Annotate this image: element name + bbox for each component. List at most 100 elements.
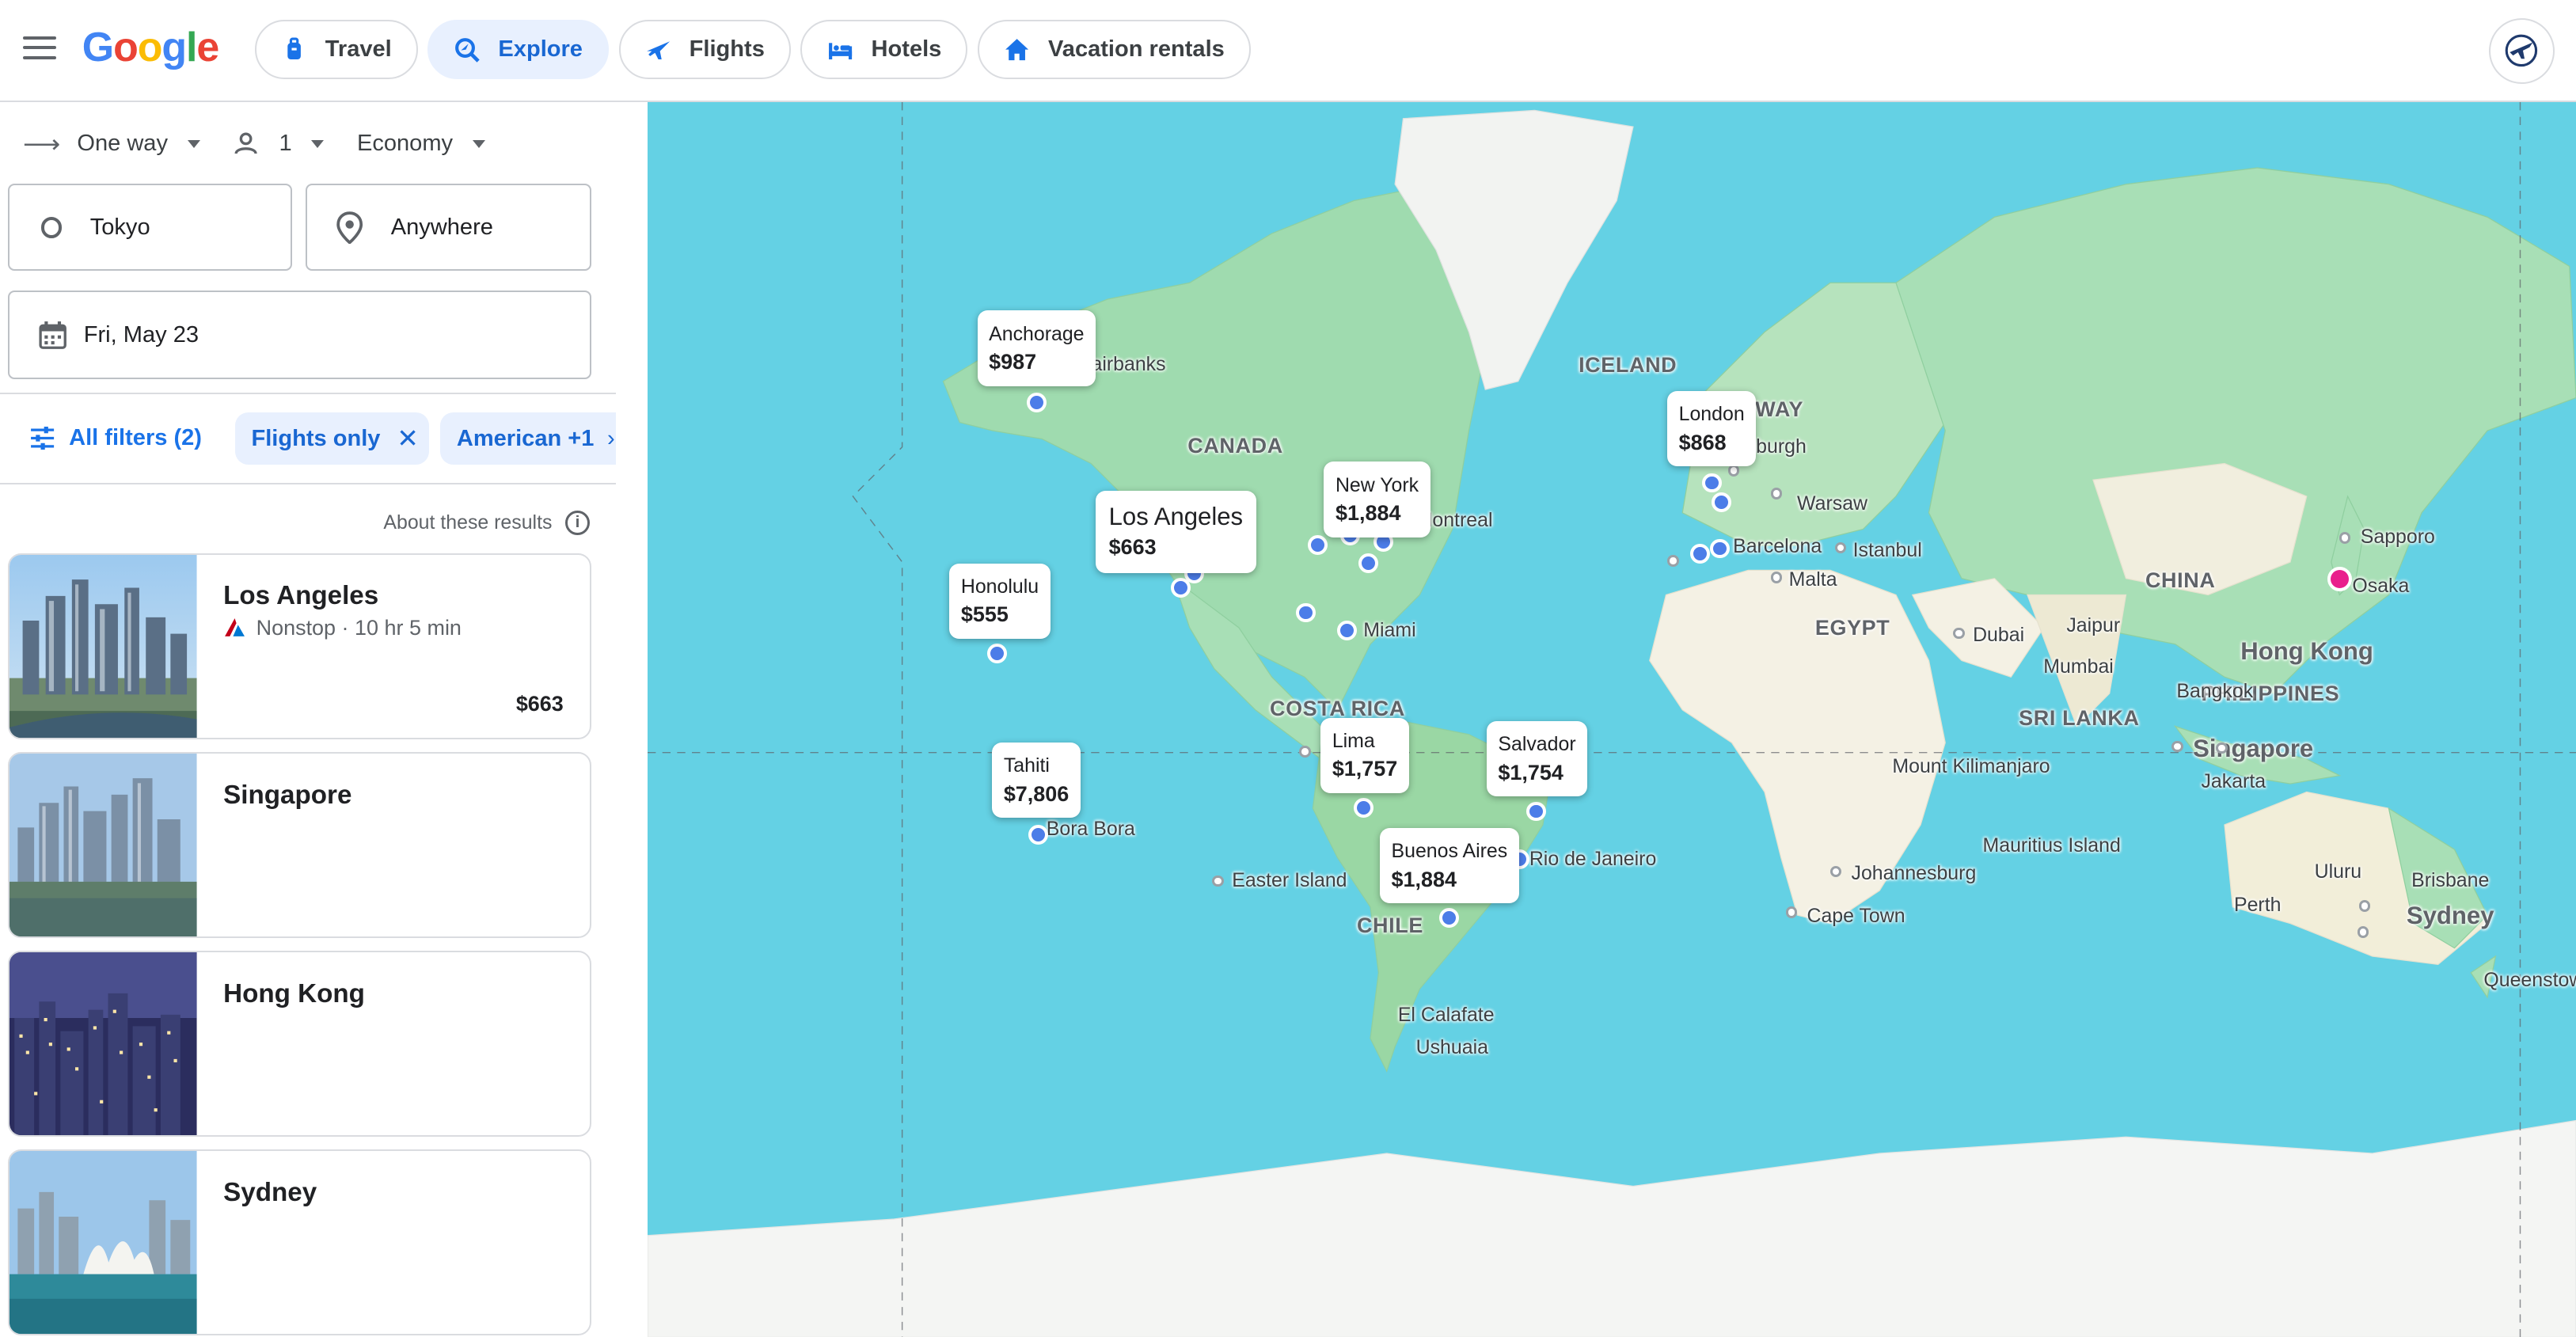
- major-city-label: Sydney: [2406, 902, 2494, 930]
- flight-summary: Nonstop · 10 hr 5 min: [223, 616, 462, 640]
- city-dot[interactable]: [1770, 572, 1783, 583]
- place-label: Mount Kilimanjaro: [1892, 755, 2050, 778]
- bed-icon: [822, 35, 858, 64]
- cabin-class-value: Economy: [356, 131, 454, 157]
- price-callout-buenos-aires[interactable]: Buenos Aires $1,884: [1379, 827, 1519, 904]
- city-dot[interactable]: [2358, 900, 2371, 912]
- close-icon[interactable]: ✕: [397, 423, 419, 454]
- airport-pin[interactable]: [1337, 621, 1357, 641]
- airport-pin[interactable]: [1525, 801, 1546, 822]
- tab-explore[interactable]: Explore: [427, 19, 610, 79]
- trip-type-value: One way: [77, 131, 168, 157]
- callout-city: New York: [1335, 473, 1419, 496]
- city-photo: [9, 952, 197, 1135]
- place-label: Miami: [1363, 619, 1416, 642]
- trip-options: ⟶ One way 1 Economy: [23, 128, 485, 160]
- origin-circle-icon: [40, 217, 63, 238]
- price-callout-new-york[interactable]: New York $1,884: [1324, 461, 1430, 537]
- explore-map[interactable]: CANADA ICELAND NORWAY EGYPT CHINA SRI LA…: [647, 101, 2576, 1337]
- place-label: Jaipur: [2066, 614, 2121, 637]
- luggage-icon: [276, 35, 313, 64]
- place-label: Perth: [2233, 893, 2282, 916]
- result-card[interactable]: Singapore: [8, 752, 591, 938]
- result-price: $663: [515, 691, 564, 716]
- airport-pin[interactable]: [1438, 908, 1459, 929]
- tab-hotels[interactable]: Hotels: [800, 19, 968, 79]
- search-panel: ⟶ One way 1 Economy Tokyo Anywhere Fri, …: [0, 101, 617, 1337]
- google-logo[interactable]: Google: [82, 23, 219, 70]
- result-card[interactable]: Sydney: [8, 1149, 591, 1335]
- price-callout-london[interactable]: London $868: [1667, 390, 1757, 467]
- airport-pin[interactable]: [1690, 543, 1711, 564]
- place-label: Dubai: [1973, 624, 2025, 647]
- price-callout-lima[interactable]: Lima $1,757: [1320, 717, 1409, 794]
- all-filters-button[interactable]: All filters (2): [29, 425, 202, 451]
- city-dot[interactable]: [2339, 532, 2351, 544]
- tab-flights[interactable]: Flights: [618, 19, 791, 79]
- major-city-label: Hong Kong: [2240, 637, 2373, 666]
- city-dot[interactable]: [1299, 746, 1311, 758]
- place-label: Warsaw: [1797, 492, 1868, 515]
- price-callout-anchorage[interactable]: Anchorage $987: [977, 310, 1096, 386]
- city-dot[interactable]: [2171, 740, 2183, 753]
- city-dot[interactable]: [1770, 488, 1783, 499]
- callout-city: Honolulu: [960, 575, 1039, 598]
- home-icon: [999, 35, 1035, 64]
- city-dot[interactable]: [1785, 906, 1798, 918]
- callout-price: $1,884: [1391, 867, 1457, 891]
- country-label: CHINA: [2145, 568, 2216, 592]
- airport-pin[interactable]: [1701, 473, 1722, 493]
- place-label: Uluru: [2314, 860, 2362, 883]
- place-label: Johannesburg: [1851, 862, 1977, 885]
- airport-pin[interactable]: [1028, 824, 1048, 845]
- callout-price: $555: [960, 602, 1009, 627]
- trip-type-select[interactable]: ⟶ One way: [23, 128, 200, 160]
- calendar-icon: [39, 321, 66, 349]
- tab-vacation-rentals[interactable]: Vacation rentals: [977, 19, 1251, 79]
- city-dot[interactable]: [1667, 555, 1679, 567]
- result-card[interactable]: Hong Kong: [8, 951, 591, 1137]
- destination-value: Anywhere: [390, 214, 493, 240]
- tab-explore-label: Explore: [498, 36, 583, 62]
- callout-city: Tahiti: [1003, 754, 1050, 777]
- result-card[interactable]: Los Angeles Nonstop · 10 hr 5 min $663: [8, 553, 591, 739]
- price-callout-salvador[interactable]: Salvador $1,754: [1486, 720, 1588, 797]
- product-tabs: Travel Explore Flights Hotels Vacation r…: [254, 19, 1251, 79]
- city-dot[interactable]: [2216, 742, 2228, 754]
- place-label: Bora Bora: [1046, 818, 1135, 841]
- airplane-icon: [640, 35, 676, 64]
- place-label: Sapporo: [2360, 525, 2435, 548]
- airport-pin[interactable]: [1026, 392, 1047, 412]
- city-dot[interactable]: [1953, 627, 1965, 640]
- airport-pin[interactable]: [1307, 535, 1328, 556]
- city-dot[interactable]: [1829, 865, 1842, 878]
- price-callout-los-angeles[interactable]: Los Angeles $663: [1096, 491, 1256, 574]
- price-callout-honolulu[interactable]: Honolulu $555: [949, 563, 1051, 640]
- airport-pin[interactable]: [1353, 798, 1373, 819]
- city-dot[interactable]: [1727, 465, 1740, 477]
- airport-pin[interactable]: [1710, 538, 1730, 559]
- main-menu-icon[interactable]: [23, 36, 56, 63]
- cabin-class-select[interactable]: Economy: [357, 128, 485, 160]
- place-label: Bangkok: [2176, 680, 2254, 703]
- flights-only-chip[interactable]: Flights only ✕: [234, 412, 429, 465]
- price-callout-tahiti[interactable]: Tahiti $7,806: [992, 742, 1081, 819]
- info-icon[interactable]: i: [565, 511, 590, 536]
- airline-chip[interactable]: American +1 ›: [440, 412, 617, 465]
- callout-city: London: [1678, 403, 1745, 426]
- country-label: EGYPT: [1814, 616, 1890, 640]
- destination-input[interactable]: Anywhere: [305, 184, 591, 272]
- passengers-select[interactable]: 1: [233, 128, 325, 160]
- city-dot[interactable]: [2357, 926, 2369, 938]
- about-results-text: About these results: [383, 511, 553, 534]
- account-avatar[interactable]: [2488, 17, 2555, 84]
- tab-travel[interactable]: Travel: [254, 19, 418, 79]
- place-label: Easter Island: [1232, 868, 1347, 891]
- filter-bar: All filters (2) Flights only ✕ American …: [0, 412, 617, 469]
- tab-travel-label: Travel: [325, 36, 392, 62]
- airport-pin[interactable]: [1358, 553, 1378, 574]
- country-label: CHILE: [1356, 913, 1423, 937]
- departure-date-input[interactable]: Fri, May 23: [8, 291, 591, 380]
- origin-input[interactable]: Tokyo: [8, 184, 293, 272]
- city-photo: [9, 555, 197, 738]
